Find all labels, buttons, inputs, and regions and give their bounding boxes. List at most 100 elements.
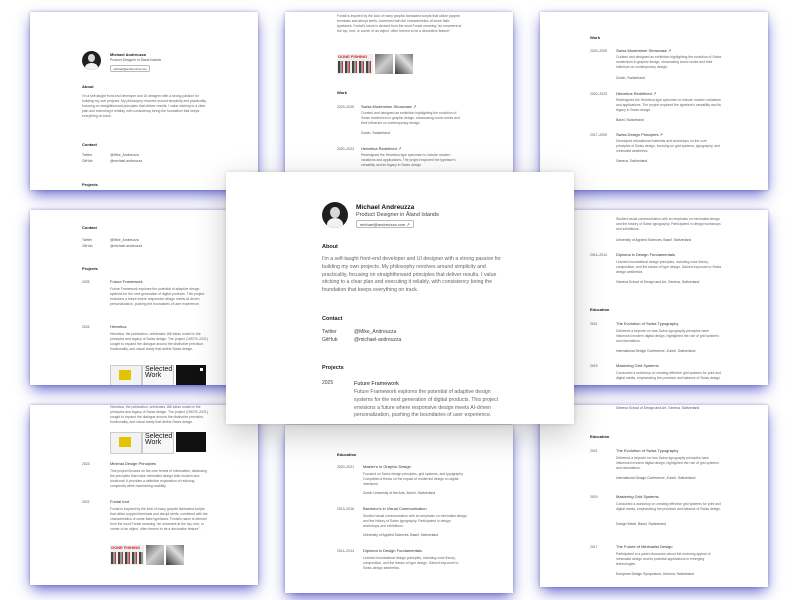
edu-title-3: Diploma in Design Fundamentals — [363, 548, 422, 553]
yellow-thumb-bl — [110, 432, 142, 454]
edu-desc-mr3: Learned foundational design principles, … — [616, 260, 722, 274]
edu-years-2: 2013–2016 — [337, 507, 354, 511]
page-card-middle-left: Contact Twitter @Mike_Andreuzza GitHub @… — [30, 210, 258, 385]
edu-years-mr3: 2014–2014 — [590, 253, 607, 257]
projects-heading: Projects — [82, 182, 98, 187]
profile-name-main: Michael Andreuzza — [356, 204, 415, 211]
twitter-link-main[interactable]: @Mike_Andreuzza — [354, 329, 396, 336]
talk-desc-2: Conducted a workshop on creating effecti… — [616, 502, 721, 511]
talk-year-mr1: 2021 — [590, 322, 598, 326]
projects-heading-main: Projects — [322, 365, 344, 371]
project-title-3[interactable]: Minimal Design Principles — [110, 461, 156, 467]
github-label-ml: GitHub — [82, 244, 93, 248]
twitter-link[interactable]: @Mike_Andreuzza — [110, 153, 139, 158]
email-badge[interactable]: michael@andreuzza.com — [110, 65, 150, 72]
work-title-r3[interactable]: Swiss Design Principles ↗ — [616, 132, 663, 138]
project-year-1: 2025 — [82, 280, 90, 284]
contact-heading-main: Contact — [322, 316, 343, 322]
edu-desc-3: Learned foundational design principles, … — [363, 556, 459, 570]
education-heading-mr: Education — [590, 307, 610, 312]
profile-title-main: Product Designer in Åland Islands — [356, 212, 439, 218]
github-link-main[interactable]: @michael-andreuzza — [354, 337, 401, 344]
work-years-1: 2023–2025 — [337, 105, 354, 109]
work-desc-r3: Developed educational materials and work… — [616, 139, 720, 153]
dark-thumb-bl — [176, 432, 206, 452]
photo-thumb-bl1 — [146, 545, 164, 565]
edu-title-1: Master's in Graphic Design — [363, 464, 411, 469]
project-title-main[interactable]: Future Framework — [354, 381, 399, 387]
project-desc-2-bl: Helvetica, the publication, celebrates 1… — [110, 405, 208, 424]
project-year-4: 2022 — [82, 500, 90, 504]
talk-title-1: The Evolution of Swiss Typography — [616, 448, 679, 453]
work-title-r1[interactable]: Swiss Modernism Showcase ↗ — [616, 48, 671, 54]
edu-desc-2: Studied visual communication with an emp… — [363, 514, 467, 528]
profile-name: Michael Andreuzza — [110, 52, 146, 57]
edu-desc-1: Focused on Swiss design principles, grid… — [363, 472, 464, 486]
page-card-bottom-left: Helvetica, the publication, celebrates 1… — [30, 405, 258, 585]
yellow-thumb — [110, 365, 142, 385]
gone-fishing-thumb-bl: GONE FISHING — [110, 545, 144, 565]
talk-desc-3: Participated in a panel discussion about… — [616, 552, 711, 566]
talk-year-3: 2017 — [590, 545, 598, 549]
work-heading: Work — [337, 90, 347, 95]
edu-years-1: 2020–2021 — [337, 465, 354, 469]
project-year-3: 2023 — [82, 462, 90, 466]
work-title-r2[interactable]: Helvetica Redefined ↗ — [616, 91, 656, 97]
about-text-main: I'm a self-taught front-end developer an… — [322, 256, 501, 294]
photo-thumb-2 — [395, 54, 413, 74]
project-fontal-desc: Fontal is inspired by the look of many g… — [337, 14, 462, 33]
edu-place-mr2: University of Applied Sciences, Basel, S… — [616, 238, 692, 242]
project-title-2[interactable]: Helvetica — [110, 324, 126, 330]
twitter-label-ml: Twitter — [82, 238, 92, 242]
email-text-main: michael@andreuzza.com — [360, 221, 406, 227]
work-desc-2: Redesigned the Helvetica type specimen t… — [361, 153, 456, 167]
contact-heading-ml: Contact — [82, 225, 97, 230]
project-desc-4: Fontal is inspired by the look of many g… — [110, 507, 208, 531]
github-link-ml[interactable]: @michael-andreuzza — [110, 244, 142, 249]
work-years-r1: 2023–2025 — [590, 49, 607, 53]
email-text: michael@andreuzza.com — [113, 66, 147, 71]
project-title-4[interactable]: Fontal font — [110, 499, 129, 505]
twitter-link-ml[interactable]: @Mike_Andreuzza — [110, 238, 139, 243]
gone-fishing-text-bl: GONE FISHING — [111, 545, 141, 550]
edu-years-3: 2014–2014 — [337, 549, 354, 553]
github-link[interactable]: @michael-andreuzza — [110, 159, 142, 164]
edu-desc-mr2: Studied visual communication with an emp… — [616, 217, 721, 231]
work-title-2[interactable]: Helvetica Redefined ↗ — [361, 146, 401, 152]
edu-title-2: Bachelor's in Visual Communication — [363, 506, 427, 511]
edu-place-2: University of Applied Sciences, Basel, S… — [363, 533, 439, 537]
edu-place-br: Geneva School of Design and Art, Geneva,… — [616, 406, 700, 410]
work-place-r3: Geneva, Switzerland — [616, 159, 648, 163]
project-year-main: 2025 — [322, 380, 334, 386]
work-title-1[interactable]: Swiss Modernism Showcase ↗ — [361, 104, 416, 110]
page-card-bottom-right: Geneva School of Design and Art, Geneva,… — [540, 405, 768, 587]
photo-thumb-1 — [375, 54, 393, 74]
work-desc-1: Curated and designed an exhibition highl… — [361, 111, 460, 125]
selected-work-thumb: Selected Work — [142, 365, 174, 385]
photo-thumb-bl2 — [166, 545, 184, 565]
page-card-top-right: Work 2023–2025 Swiss Modernism Showcase … — [540, 12, 768, 190]
avatar — [82, 51, 101, 70]
dark-thumb — [176, 365, 206, 385]
projects-heading-ml: Projects — [82, 266, 98, 271]
selected-work-text-bl: Selected Work — [145, 433, 173, 447]
page-card-top-middle: Fontal is inspired by the look of many g… — [285, 12, 513, 174]
gone-fishing-text: GONE FISHING — [338, 54, 368, 59]
talk-title-mr2: Mastering Grid Systems — [616, 363, 659, 368]
page-card-middle-right: Studied visual communication with an emp… — [540, 210, 768, 385]
talk-year-mr2: 2019 — [590, 364, 598, 368]
project-desc-main: Future Framework explores the potential … — [354, 389, 499, 419]
project-desc-3: This project focuses on the core tenets … — [110, 469, 208, 488]
about-heading: About — [82, 84, 94, 89]
github-label: GitHub — [82, 159, 93, 163]
talk-desc-mr2: Conducted a workshop on creating effecti… — [616, 371, 721, 380]
page-card-top-left: Michael Andreuzza Product Designer in Ål… — [30, 12, 258, 190]
talk-year-1: 2021 — [590, 449, 598, 453]
work-desc-r2: Redesigned the Helvetica type specimen t… — [616, 98, 722, 112]
project-title-1[interactable]: Future Framework — [110, 279, 143, 285]
email-badge-main[interactable]: michael@andreuzza.com ↗ — [356, 220, 414, 228]
talk-place-3: European Design Symposium, Geneva, Switz… — [616, 572, 695, 576]
contact-heading: Contact — [82, 142, 97, 147]
talk-place-mr1: International Design Conference, Zurich,… — [616, 349, 696, 353]
talk-place-2: Design Week, Basel, Switzerland — [616, 522, 666, 526]
